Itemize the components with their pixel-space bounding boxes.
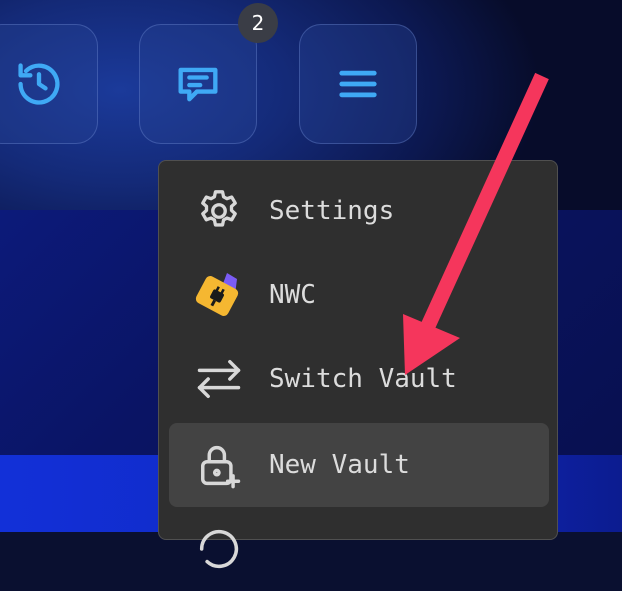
history-button[interactable] bbox=[0, 24, 98, 144]
menu-item-new-vault[interactable]: New Vault bbox=[169, 423, 549, 507]
menu-item-nwc[interactable]: NWC bbox=[169, 253, 549, 337]
menu-item-partial[interactable] bbox=[169, 507, 549, 591]
nwc-logo-icon bbox=[191, 267, 247, 323]
switch-arrows-icon bbox=[191, 351, 247, 407]
history-icon bbox=[191, 521, 247, 577]
menu-item-settings[interactable]: Settings bbox=[169, 169, 549, 253]
messages-button[interactable] bbox=[139, 24, 257, 144]
gear-icon bbox=[191, 183, 247, 239]
menu-item-switch-vault[interactable]: Switch Vault bbox=[169, 337, 549, 421]
message-icon bbox=[178, 67, 218, 102]
history-icon bbox=[18, 63, 60, 105]
menu-item-label: Settings bbox=[269, 196, 395, 226]
notification-badge: 2 bbox=[238, 3, 278, 43]
hamburger-menu-icon bbox=[339, 70, 377, 98]
menu-item-label: New Vault bbox=[269, 450, 410, 480]
main-menu-dropdown: Settings NWC Switch Vault New Vault bbox=[158, 160, 558, 569]
menu-item-label: Switch Vault bbox=[269, 364, 457, 394]
lock-plus-icon bbox=[191, 437, 247, 493]
main-menu-button[interactable] bbox=[299, 24, 417, 144]
menu-item-label: NWC bbox=[269, 280, 316, 310]
